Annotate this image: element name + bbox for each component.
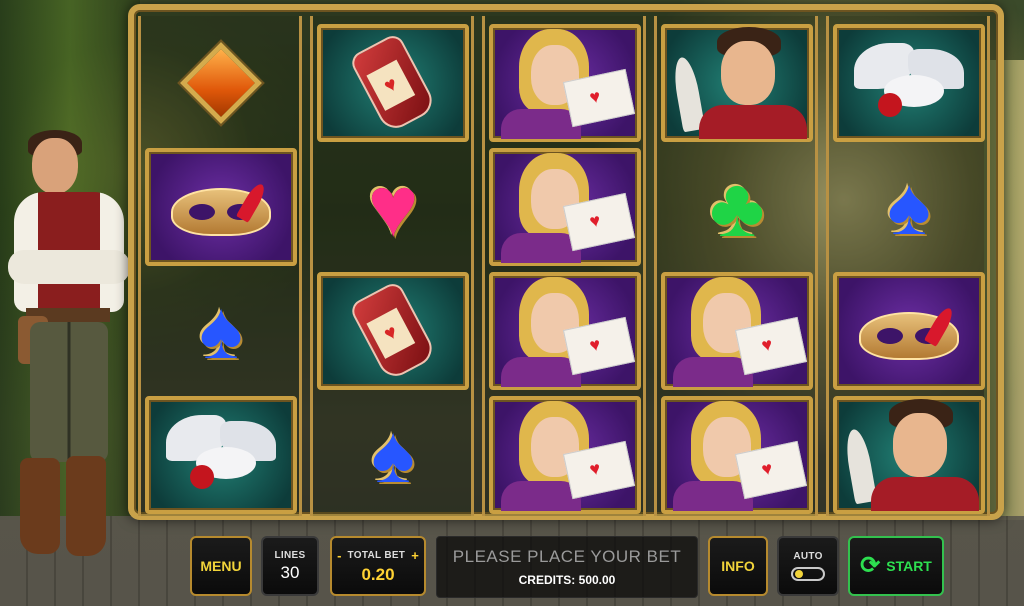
reel-cell bbox=[489, 396, 641, 514]
total-bet-label: TOTAL BET bbox=[347, 549, 406, 561]
purple-mask-icon bbox=[161, 172, 281, 242]
girl-letter-icon bbox=[665, 275, 809, 387]
auto-toggle-icon bbox=[791, 567, 825, 581]
total-bet-value: 0.20 bbox=[361, 564, 395, 584]
prince-icon bbox=[665, 27, 809, 139]
bet-message: PLEASE PLACE YOUR BET bbox=[452, 547, 682, 566]
info-button[interactable]: INFO bbox=[708, 536, 768, 596]
potion-icon bbox=[348, 279, 438, 383]
blue-spade-icon: ♠ bbox=[887, 161, 931, 252]
lines-display: LINES 30 bbox=[261, 536, 319, 596]
reel-cell bbox=[145, 148, 297, 266]
reel-cell bbox=[833, 272, 985, 390]
reel-cell bbox=[489, 272, 641, 390]
reel-cell bbox=[661, 272, 813, 390]
auto-button[interactable]: AUTO bbox=[777, 536, 839, 596]
girl-letter-icon bbox=[493, 151, 637, 263]
credits-display: CREDITS: 500.00 bbox=[518, 573, 616, 587]
reel-cell: ♠ bbox=[145, 272, 297, 390]
reel-cell bbox=[661, 396, 813, 514]
reel-cell bbox=[661, 24, 813, 142]
girl-letter-icon bbox=[665, 399, 809, 511]
control-bar: MENU LINES 30 - TOTAL BET + 0.20 PLEASE … bbox=[0, 536, 1024, 606]
blue-spade-icon: ♠ bbox=[199, 285, 243, 376]
potion-icon bbox=[348, 31, 438, 135]
lines-label: LINES bbox=[274, 549, 306, 561]
info-label: INFO bbox=[721, 558, 755, 574]
girl-letter-icon bbox=[493, 275, 637, 387]
green-club-icon: ♣ bbox=[709, 160, 765, 254]
bet-decrease-button[interactable]: - bbox=[337, 548, 341, 563]
reel-cell: ♣ bbox=[661, 148, 813, 266]
prince-legs bbox=[30, 322, 108, 462]
bet-header: - TOTAL BET + bbox=[337, 548, 419, 563]
reel-cell: ♠ bbox=[317, 396, 469, 514]
girl-letter-icon bbox=[493, 27, 637, 139]
blue-spade-icon: ♠ bbox=[371, 409, 415, 500]
menu-button[interactable]: MENU bbox=[190, 536, 252, 596]
dove-icon bbox=[854, 43, 964, 123]
message-panel: PLEASE PLACE YOUR BET CREDITS: 500.00 bbox=[436, 536, 698, 598]
lines-value: 30 bbox=[280, 562, 300, 582]
bet-increase-button[interactable]: + bbox=[411, 548, 419, 563]
reel-cell bbox=[317, 24, 469, 142]
reel-3 bbox=[482, 16, 646, 516]
pink-heart-icon: ♥ bbox=[367, 159, 419, 255]
reel-cell bbox=[489, 24, 641, 142]
reel-cell bbox=[833, 24, 985, 142]
prince-icon bbox=[837, 399, 981, 511]
reel-cell bbox=[833, 396, 985, 514]
start-button[interactable]: ⟳ START bbox=[848, 536, 944, 596]
spin-arrows-icon: ⟳ bbox=[860, 552, 881, 579]
reel-cell bbox=[317, 272, 469, 390]
girl-letter-icon bbox=[493, 399, 637, 511]
reels-frame: ♠♥♠♣♠ bbox=[128, 4, 1004, 520]
orange-diamond-icon bbox=[179, 41, 263, 125]
start-label: START bbox=[886, 558, 932, 574]
total-bet-control: - TOTAL BET + 0.20 bbox=[330, 536, 426, 596]
reel-4: ♣ bbox=[654, 16, 818, 516]
reel-2: ♥♠ bbox=[310, 16, 474, 516]
prince-character bbox=[6, 130, 132, 570]
dove-icon bbox=[166, 415, 276, 495]
reel-cell bbox=[145, 24, 297, 142]
reel-cell bbox=[489, 148, 641, 266]
auto-label: AUTO bbox=[793, 551, 823, 562]
reel-cell: ♠ bbox=[833, 148, 985, 266]
prince-arms bbox=[8, 250, 130, 284]
prince-head bbox=[32, 138, 78, 194]
reel-cell: ♥ bbox=[317, 148, 469, 266]
menu-label: MENU bbox=[200, 558, 242, 574]
purple-mask-icon bbox=[849, 296, 969, 366]
reel-1: ♠ bbox=[138, 16, 302, 516]
reel-cell bbox=[145, 396, 297, 514]
reel-5: ♠ bbox=[826, 16, 990, 516]
